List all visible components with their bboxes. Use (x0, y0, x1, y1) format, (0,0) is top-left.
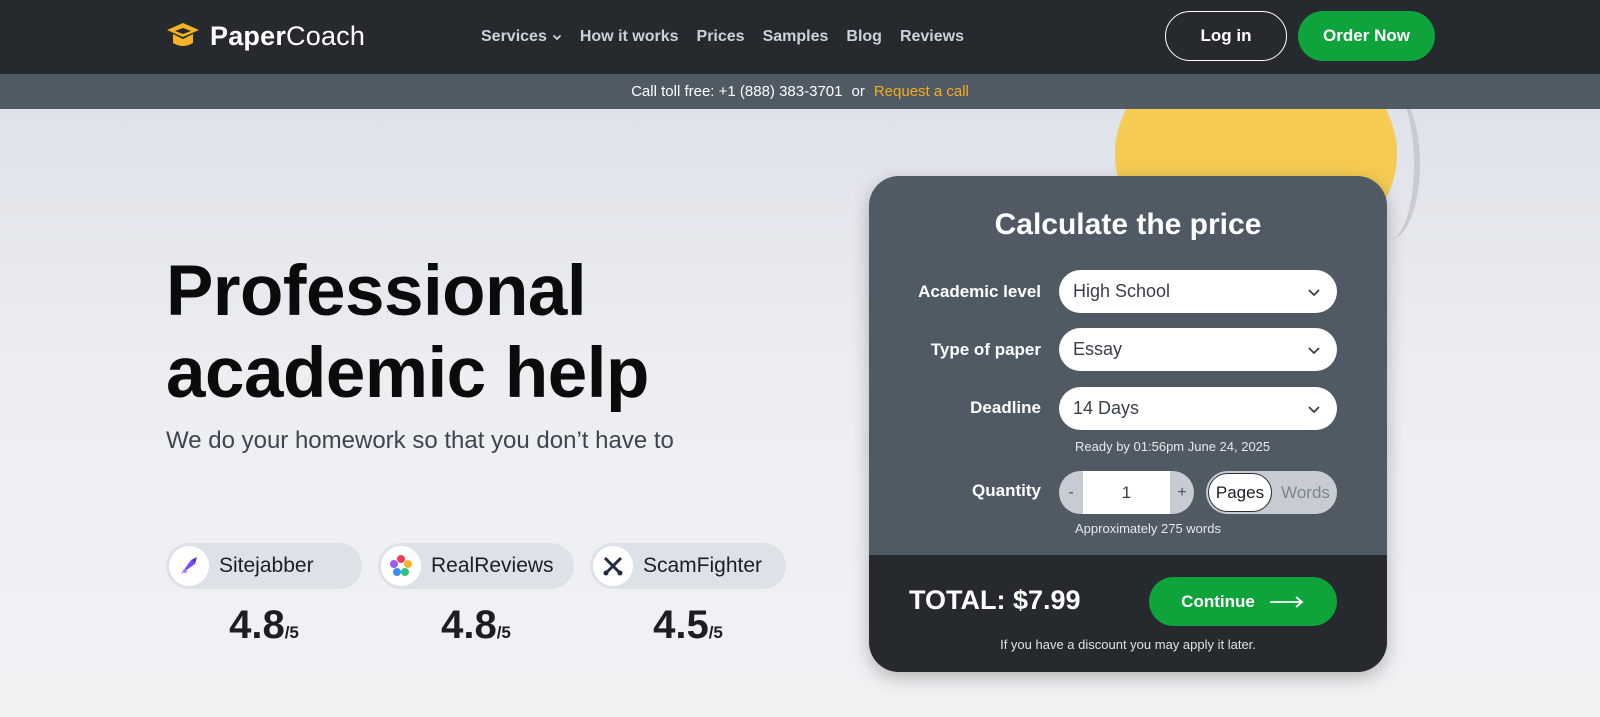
nav-item-blog[interactable]: Blog (846, 26, 882, 48)
toll-free-text: Call toll free: +1 (888) 383-3701 (631, 83, 843, 100)
nav-item-prices[interactable]: Prices (697, 26, 745, 48)
logo-text: PaperCoach (210, 20, 366, 51)
paper-type-label: Type of paper (930, 340, 1041, 359)
review-score-realreviews: 4.8/5 (441, 603, 511, 647)
discount-note: If you have a discount you may apply it … (1000, 637, 1256, 652)
approx-words-note: Approximately 275 words (1075, 521, 1221, 536)
deadline-select[interactable]: 14 Days (1059, 387, 1337, 430)
paper-type-select[interactable]: Essay (1059, 328, 1337, 371)
continue-button[interactable]: Continue (1149, 577, 1337, 626)
sitejabber-icon (169, 546, 209, 586)
calculator-title: Calculate the price (994, 208, 1262, 241)
nav-item-samples[interactable]: Samples (763, 26, 829, 48)
chevron-down-icon (1308, 289, 1320, 297)
continue-label: Continue (1181, 591, 1255, 611)
unit-pages-option[interactable]: Pages (1208, 473, 1272, 512)
calculator-footer: TOTAL: $7.99 Continue If you have a disc… (869, 555, 1387, 672)
nav-item-reviews[interactable]: Reviews (900, 26, 964, 48)
login-button[interactable]: Log in (1165, 11, 1287, 61)
chevron-down-icon (1308, 347, 1320, 355)
site-header: PaperCoach Services How it works Prices … (0, 0, 1600, 74)
scamfighter-icon (593, 546, 633, 586)
increment-button[interactable]: + (1170, 471, 1194, 514)
review-badge-sitejabber[interactable]: Sitejabber (166, 543, 362, 589)
graduation-cap-icon (167, 23, 199, 46)
review-score-scamfighter: 4.5/5 (653, 603, 723, 647)
deadline-label: Deadline (970, 398, 1041, 417)
arrow-right-icon (1269, 595, 1304, 608)
hero-title: Professional academic help (166, 252, 649, 413)
deadline-value: 14 Days (1073, 398, 1140, 418)
nav-item-services[interactable]: Services (481, 26, 562, 48)
chevron-down-icon (552, 34, 561, 41)
order-now-button[interactable]: Order Now (1298, 11, 1435, 61)
hero-subtitle: We do your homework so that you don’t ha… (166, 427, 674, 454)
academic-level-value: High School (1073, 281, 1171, 301)
main-nav: Services How it works Prices Samples Blo… (481, 26, 982, 48)
unit-words-option[interactable]: Words (1274, 471, 1337, 514)
call-bar: Call toll free: +1 (888) 383-3701 or Req… (0, 74, 1600, 109)
paper-type-value: Essay (1073, 339, 1123, 359)
total-price: TOTAL: $7.99 (909, 585, 1081, 615)
price-calculator: Calculate the price Academic level High … (869, 176, 1387, 672)
request-call-link[interactable]: Request a call (874, 83, 969, 100)
nav-item-how-it-works[interactable]: How it works (580, 26, 679, 48)
quantity-label: Quantity (972, 481, 1041, 500)
quantity-input[interactable]: 1 (1083, 471, 1170, 514)
decrement-button[interactable]: - (1059, 471, 1083, 514)
or-text: or (851, 83, 865, 100)
realreviews-icon (381, 546, 421, 586)
ready-by-note: Ready by 01:56pm June 24, 2025 (1075, 439, 1271, 454)
review-score-sitejabber: 4.8/5 (229, 603, 299, 647)
review-badge-scamfighter[interactable]: ScamFighter (590, 543, 786, 589)
academic-level-select[interactable]: High School (1059, 270, 1337, 313)
unit-toggle: Pages Words (1206, 471, 1337, 514)
chevron-down-icon (1308, 406, 1320, 414)
review-badge-realreviews[interactable]: RealReviews (378, 543, 574, 589)
quantity-stepper: - 1 + (1059, 471, 1194, 514)
logo[interactable]: PaperCoach (166, 18, 365, 54)
academic-level-label: Academic level (918, 282, 1041, 301)
